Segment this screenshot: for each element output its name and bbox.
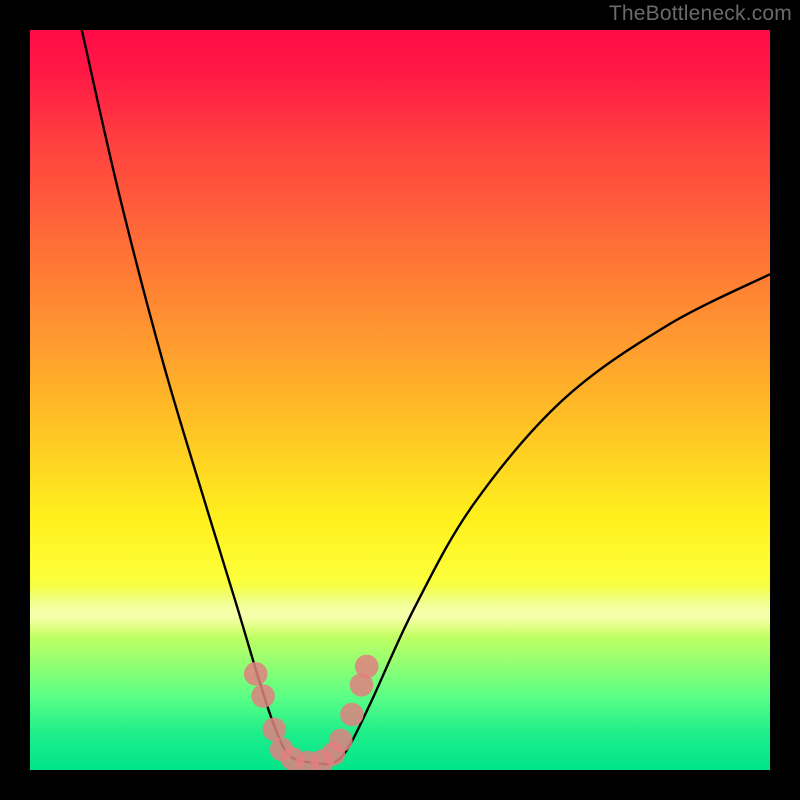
valley-marker: [251, 684, 275, 708]
markers-group: [244, 655, 379, 770]
chart-svg: [30, 30, 770, 770]
valley-marker: [355, 655, 379, 679]
bottleneck-curve-path: [82, 30, 770, 764]
valley-marker: [329, 729, 353, 753]
valley-marker: [340, 703, 364, 727]
valley-marker: [244, 662, 268, 686]
figure-frame: TheBottleneck.com: [0, 0, 800, 800]
curve-group: [82, 30, 770, 764]
plot-area: [30, 30, 770, 770]
watermark-text: TheBottleneck.com: [609, 2, 792, 26]
